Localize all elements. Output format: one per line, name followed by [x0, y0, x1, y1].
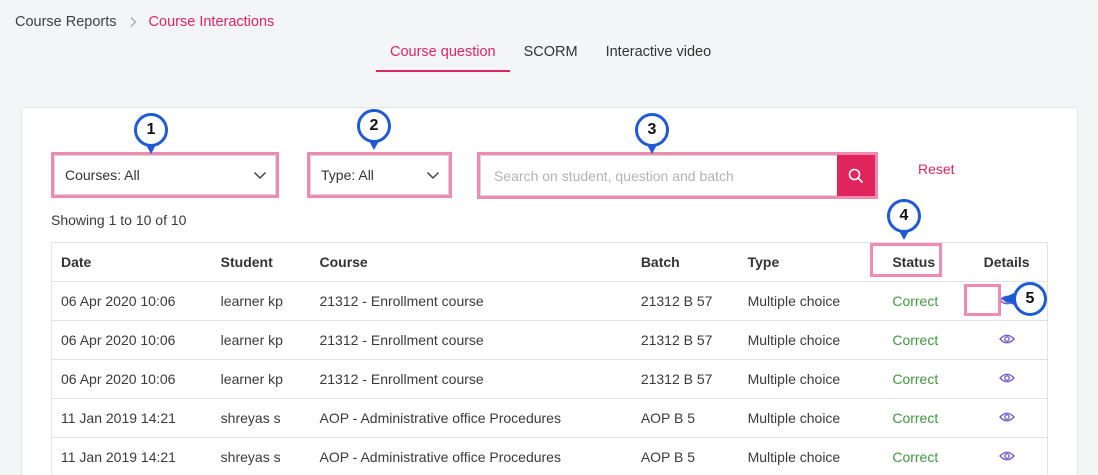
search-icon [848, 168, 864, 183]
col-type[interactable]: Type [739, 254, 877, 270]
tab-interactive-video[interactable]: Interactive video [592, 40, 726, 72]
col-date[interactable]: Date [52, 254, 212, 270]
callout-5: 5 [1001, 282, 1047, 316]
cell-course: 21312 - Enrollment course [319, 293, 484, 309]
callout-number: 1 [134, 113, 168, 147]
cell-student: shreyas s [220, 449, 281, 465]
callout-1: 1 [134, 113, 168, 157]
cell-status: Correct [892, 449, 939, 465]
cell-course: 21312 - Enrollment course [319, 332, 484, 348]
cell-batch: 21312 B 57 [640, 332, 713, 348]
cell-type: Multiple choice [747, 332, 841, 348]
search-box [477, 152, 878, 199]
view-details-button[interactable] [966, 371, 1047, 387]
cell-date: 11 Jan 2019 14:21 [61, 449, 176, 465]
cell-student: shreyas s [220, 410, 281, 426]
table-row: 11 Jan 2019 14:21 shreyas s AOP - Admini… [52, 438, 1047, 475]
cell-student: learner kp [220, 332, 283, 348]
callout-4: 4 [887, 199, 921, 243]
eye-icon [998, 334, 1015, 344]
table-row: 06 Apr 2020 10:06 learner kp 21312 - Enr… [52, 360, 1047, 399]
chevron-right-icon [127, 16, 139, 28]
status-highlight-box [870, 243, 942, 277]
cell-status: Correct [892, 410, 939, 426]
reset-link[interactable]: Reset [918, 161, 955, 177]
cell-type: Multiple choice [747, 371, 841, 387]
callout-number: 3 [635, 113, 669, 147]
view-details-button[interactable] [966, 332, 1047, 348]
type-filter[interactable]: Type: All [307, 152, 452, 198]
callout-2: 2 [357, 109, 391, 153]
col-batch[interactable]: Batch [632, 254, 739, 270]
callout-3: 3 [635, 113, 669, 157]
callout-number: 4 [887, 199, 921, 233]
table-row: 06 Apr 2020 10:06 learner kp 21312 - Enr… [52, 282, 1047, 321]
courses-filter-label: Courses: All [65, 167, 140, 183]
table-row: 06 Apr 2020 10:06 learner kp 21312 - Enr… [52, 321, 1047, 360]
cell-batch: AOP B 5 [640, 410, 696, 426]
cell-status: Correct [892, 293, 939, 309]
breadcrumb-course-reports[interactable]: Course Reports [15, 14, 117, 30]
courses-filter[interactable]: Courses: All [51, 152, 279, 198]
search-button[interactable] [837, 155, 875, 196]
tab-course-question[interactable]: Course question [376, 40, 510, 72]
table-row: 11 Jan 2019 14:21 shreyas s AOP - Admini… [52, 399, 1047, 438]
cell-student: learner kp [220, 371, 283, 387]
cell-course: AOP - Administrative office Procedures [319, 410, 561, 426]
cell-batch: 21312 B 57 [640, 371, 713, 387]
cell-student: learner kp [220, 293, 283, 309]
cell-course: AOP - Administrative office Procedures [319, 449, 561, 465]
page-header: Course Reports Course Interactions Cours… [0, 0, 1098, 86]
callout-number: 5 [1013, 282, 1047, 316]
cell-date: 11 Jan 2019 14:21 [61, 410, 176, 426]
search-input[interactable] [480, 155, 837, 196]
eye-icon [998, 451, 1015, 461]
col-details: Details [983, 254, 1030, 270]
view-details-button[interactable] [966, 410, 1047, 426]
tab-bar: Course question SCORM Interactive video [376, 40, 725, 72]
cell-date: 06 Apr 2020 10:06 [61, 293, 176, 309]
details-highlight-box [964, 284, 1001, 316]
chevron-down-icon [426, 171, 440, 180]
col-course[interactable]: Course [310, 254, 631, 270]
results-count: Showing 1 to 10 of 10 [51, 212, 187, 228]
cell-batch: 21312 B 57 [640, 293, 713, 309]
cell-batch: AOP B 5 [640, 449, 696, 465]
view-details-button[interactable] [966, 449, 1047, 465]
cell-type: Multiple choice [747, 449, 841, 465]
cell-date: 06 Apr 2020 10:06 [61, 371, 176, 387]
cell-course: 21312 - Enrollment course [319, 371, 484, 387]
col-student[interactable]: Student [212, 254, 311, 270]
eye-icon [998, 412, 1015, 422]
type-filter-label: Type: All [321, 167, 374, 183]
cell-type: Multiple choice [747, 293, 841, 309]
cell-date: 06 Apr 2020 10:06 [61, 332, 176, 348]
chevron-down-icon [253, 171, 267, 180]
breadcrumb-course-interactions: Course Interactions [148, 14, 275, 30]
cell-status: Correct [892, 371, 939, 387]
cell-type: Multiple choice [747, 410, 841, 426]
cell-status: Correct [892, 332, 939, 348]
tab-scorm[interactable]: SCORM [510, 40, 592, 72]
breadcrumb: Course Reports Course Interactions [15, 14, 274, 30]
callout-number: 2 [357, 109, 391, 143]
eye-icon [998, 373, 1015, 383]
